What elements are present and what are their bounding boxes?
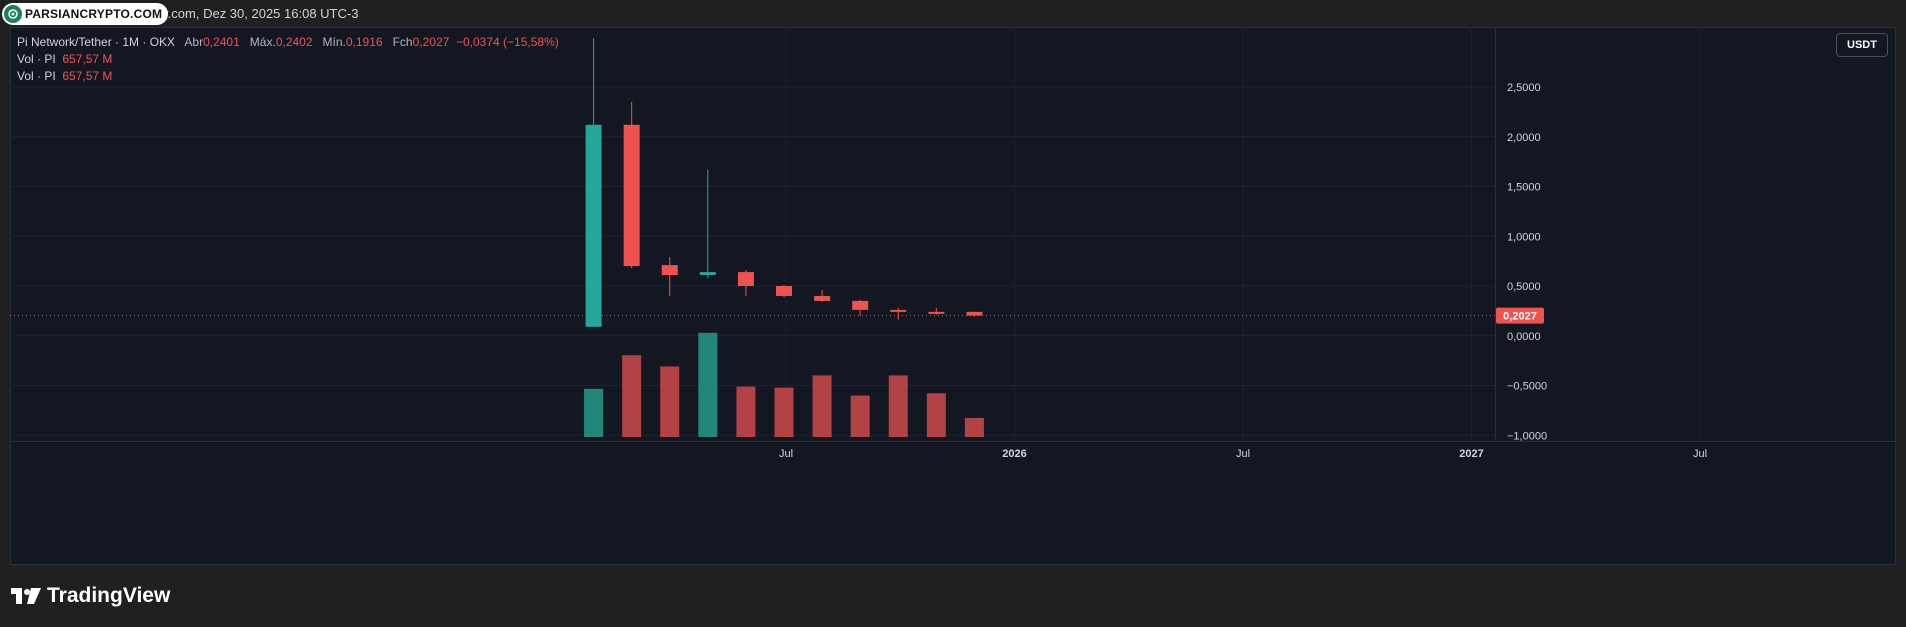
candle-body[interactable] [928, 311, 945, 314]
volume-legend-row[interactable]: Vol · PI 657,57 M [17, 51, 559, 68]
last-price-label: 0,2027 [1503, 311, 1537, 323]
volume-label: Vol · PI [17, 69, 56, 83]
time-tick-label: Jul [1693, 448, 1707, 460]
price-chart[interactable]: 2,5000 2,0000 1,5000 1,0000 0,5000 0,0000 −0,5… [10, 27, 1896, 565]
watermark-text: PARSIANCRYPTO.COM [25, 7, 163, 21]
time-tick-label: Jul [779, 448, 793, 460]
change-value: −0,0374 (−15,58%) [455, 35, 559, 49]
volume-bar[interactable] [660, 366, 680, 437]
volume-bar[interactable] [964, 417, 984, 437]
volume-value: 657,57 M [62, 52, 113, 66]
candle-body[interactable] [852, 300, 869, 310]
candle-body[interactable] [966, 311, 983, 316]
price-tick-label: 0,5000 [1507, 281, 1541, 293]
volume-bar[interactable] [774, 387, 794, 437]
candle-body[interactable] [814, 295, 831, 301]
open-value: 0,2401 [203, 35, 240, 49]
ohlc-legend-row: Pi Network/Tether · 1M · OKX Abr0,2401 M… [17, 34, 559, 51]
tradingview-brand[interactable]: TradingView [11, 584, 170, 608]
open-label: Abr [184, 35, 204, 49]
symbol-title[interactable]: Pi Network/Tether · 1M · OKX [17, 35, 175, 49]
top-bar: PARSIANCRYPTO.COM ngView.com, Dez 30, 20… [0, 0, 1906, 27]
candle-body[interactable] [699, 272, 716, 276]
price-tick-label: 2,5000 [1507, 82, 1541, 94]
currency-button[interactable]: USDT [1836, 33, 1888, 57]
tradingview-logo-icon [11, 588, 41, 604]
price-tick-label: −1,0000 [1507, 430, 1547, 442]
candle-body[interactable] [776, 286, 792, 296]
price-tick-label: 1,0000 [1507, 231, 1541, 243]
watermark-badge: PARSIANCRYPTO.COM [2, 3, 169, 25]
volume-bar[interactable] [698, 332, 718, 437]
candle-body[interactable] [623, 124, 640, 267]
volume-bar[interactable] [888, 375, 908, 437]
candle-body[interactable] [661, 265, 678, 276]
volume-bar[interactable] [812, 375, 832, 437]
time-tick-label: Jul [1236, 448, 1250, 460]
watermark-logo-icon [4, 5, 22, 23]
close-value: 0,2027 [412, 35, 450, 49]
volume-bar[interactable] [736, 386, 756, 437]
candle-body[interactable] [585, 124, 602, 327]
volume-bar[interactable] [584, 388, 604, 437]
candle-body[interactable] [737, 272, 754, 286]
price-tick-label: 1,5000 [1507, 182, 1541, 194]
volume-bar[interactable] [850, 395, 870, 437]
volume-legend-row[interactable]: Vol · PI 657,57 M [17, 68, 559, 85]
time-tick-label: 2026 [1002, 448, 1026, 460]
footer-bar [0, 565, 1906, 627]
time-tick-label: 2027 [1459, 448, 1483, 460]
volume-value: 657,57 M [62, 69, 113, 83]
volume-bar[interactable] [926, 393, 946, 437]
price-tick-label: 2,0000 [1507, 132, 1541, 144]
candle-body[interactable] [890, 309, 907, 312]
chart-legend: Pi Network/Tether · 1M · OKX Abr0,2401 M… [17, 34, 559, 85]
low-label: Mín. [322, 35, 346, 49]
high-value: 0,2402 [275, 35, 313, 49]
price-tick-label: −0,5000 [1507, 381, 1547, 393]
price-tick-label: 0,0000 [1507, 331, 1541, 343]
high-label: Máx. [249, 35, 276, 49]
tradingview-brand-text: TradingView [47, 584, 171, 607]
volume-label: Vol · PI [17, 52, 56, 66]
volume-bar[interactable] [622, 355, 642, 437]
close-label: Fch [392, 35, 413, 49]
low-value: 0,1916 [345, 35, 383, 49]
